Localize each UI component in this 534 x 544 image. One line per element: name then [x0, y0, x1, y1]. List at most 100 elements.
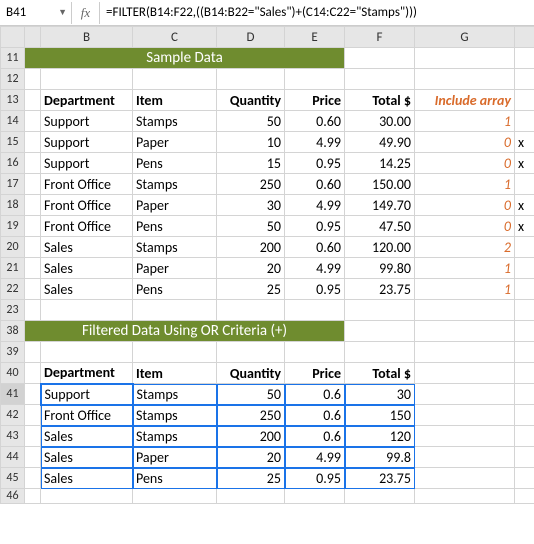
cell-price[interactable]: 0.6 [285, 384, 345, 405]
cell-mark[interactable]: x [515, 132, 534, 153]
header-include[interactable]: Include array [415, 90, 515, 111]
row-header[interactable]: 15 [1, 132, 25, 153]
cell-total[interactable]: 120.00 [345, 237, 415, 258]
row-header[interactable]: 38 [1, 321, 25, 342]
cell-dept[interactable]: Front Office [41, 216, 133, 237]
cell-item[interactable]: Pens [133, 153, 217, 174]
col-header[interactable] [515, 27, 534, 48]
header-item[interactable]: Item [133, 90, 217, 111]
cell-dept[interactable]: Support [41, 111, 133, 132]
cell-item[interactable]: Paper [133, 447, 217, 468]
row-header[interactable]: 22 [1, 279, 25, 300]
row-header[interactable]: 41 [1, 384, 25, 405]
cell-mark[interactable] [515, 174, 534, 195]
cell-item[interactable]: Stamps [133, 174, 217, 195]
cell-mark[interactable]: x [515, 153, 534, 174]
header-department[interactable]: Department [41, 90, 133, 111]
cell-include[interactable]: 1 [415, 279, 515, 300]
col-header[interactable]: D [217, 27, 285, 48]
cell-total[interactable]: 49.90 [345, 132, 415, 153]
header-department[interactable]: Department [41, 363, 133, 384]
cell-price[interactable]: 0.95 [285, 468, 345, 489]
cell-item[interactable]: Pens [133, 216, 217, 237]
cell-qty[interactable]: 10 [217, 132, 285, 153]
formula-bar[interactable]: =FILTER(B14:F22,((B14:B22="Sales")+(C14:… [100, 2, 534, 24]
cell-item[interactable]: Paper [133, 258, 217, 279]
row-header[interactable]: 11 [1, 48, 25, 69]
cell-mark[interactable]: x [515, 216, 534, 237]
header-quantity[interactable]: Quantity [217, 363, 285, 384]
row-header[interactable]: 12 [1, 69, 25, 90]
cell-total[interactable]: 150.00 [345, 174, 415, 195]
header-price[interactable]: Price [285, 90, 345, 111]
row-header[interactable]: 13 [1, 90, 25, 111]
row-header[interactable]: 16 [1, 153, 25, 174]
cell-item[interactable]: Pens [133, 468, 217, 489]
cell-qty[interactable]: 30 [217, 195, 285, 216]
cell-price[interactable]: 0.60 [285, 174, 345, 195]
row-header[interactable]: 39 [1, 342, 25, 363]
cell-price[interactable]: 0.95 [285, 279, 345, 300]
spreadsheet-grid[interactable]: B C D E F G 11 Sample Data 12 13 Departm… [0, 26, 534, 504]
row-header[interactable]: 17 [1, 174, 25, 195]
cell-price[interactable]: 4.99 [285, 447, 345, 468]
col-header[interactable] [25, 27, 41, 48]
cell-include[interactable]: 1 [415, 111, 515, 132]
cell-total[interactable]: 23.75 [345, 279, 415, 300]
cell-total[interactable]: 99.80 [345, 258, 415, 279]
cell-dept[interactable]: Sales [41, 426, 133, 447]
cell-dept[interactable]: Sales [41, 447, 133, 468]
cell-dept[interactable]: Front Office [41, 195, 133, 216]
select-all-corner[interactable] [1, 27, 25, 48]
row-header[interactable]: 23 [1, 300, 25, 321]
cell-include[interactable]: 0 [415, 132, 515, 153]
cell-item[interactable]: Stamps [133, 111, 217, 132]
cell-dept[interactable]: Support [41, 132, 133, 153]
cell-qty[interactable]: 20 [217, 258, 285, 279]
cell-item[interactable]: Stamps [133, 426, 217, 447]
cell-item[interactable]: Stamps [133, 405, 217, 426]
cell-include[interactable]: 2 [415, 237, 515, 258]
row-header[interactable]: 43 [1, 426, 25, 447]
cell-qty[interactable]: 25 [217, 468, 285, 489]
cell-price[interactable]: 0.6 [285, 426, 345, 447]
cell-price[interactable]: 4.99 [285, 258, 345, 279]
cell-dept[interactable]: Support [41, 153, 133, 174]
cell-item[interactable]: Paper [133, 195, 217, 216]
row-header[interactable]: 45 [1, 468, 25, 489]
cell-qty[interactable]: 20 [217, 447, 285, 468]
cell-total[interactable]: 14.25 [345, 153, 415, 174]
cell-price[interactable]: 0.60 [285, 111, 345, 132]
row-header[interactable]: 19 [1, 216, 25, 237]
cell-total[interactable]: 23.75 [345, 468, 415, 489]
row-header[interactable]: 14 [1, 111, 25, 132]
cell-item[interactable]: Stamps [133, 384, 217, 405]
cell-item[interactable]: Paper [133, 132, 217, 153]
cell-mark[interactable]: x [515, 195, 534, 216]
cell-qty[interactable]: 15 [217, 153, 285, 174]
cell-dept[interactable]: Sales [41, 237, 133, 258]
cell-qty[interactable]: 50 [217, 111, 285, 132]
cell-mark[interactable] [515, 237, 534, 258]
fx-button[interactable]: fx [72, 2, 100, 24]
col-header[interactable]: B [41, 27, 133, 48]
row-header[interactable]: 46 [1, 489, 25, 504]
header-total[interactable]: Total $ [345, 90, 415, 111]
cell-dept[interactable]: Front Office [41, 405, 133, 426]
cell-qty[interactable]: 50 [217, 216, 285, 237]
cell-qty[interactable]: 50 [217, 384, 285, 405]
cell-total[interactable]: 120 [345, 426, 415, 447]
cell-total[interactable]: 150 [345, 405, 415, 426]
header-quantity[interactable]: Quantity [217, 90, 285, 111]
row-header[interactable]: 42 [1, 405, 25, 426]
cell-qty[interactable]: 25 [217, 279, 285, 300]
cell-price[interactable]: 0.60 [285, 237, 345, 258]
cell-price[interactable]: 4.99 [285, 132, 345, 153]
cell-qty[interactable]: 250 [217, 405, 285, 426]
cell-price[interactable]: 0.95 [285, 216, 345, 237]
cell-total[interactable]: 30 [345, 384, 415, 405]
cell-dept[interactable]: Support [41, 384, 133, 405]
cell-dept[interactable]: Sales [41, 279, 133, 300]
col-header[interactable]: G [415, 27, 515, 48]
cell-item[interactable]: Stamps [133, 237, 217, 258]
